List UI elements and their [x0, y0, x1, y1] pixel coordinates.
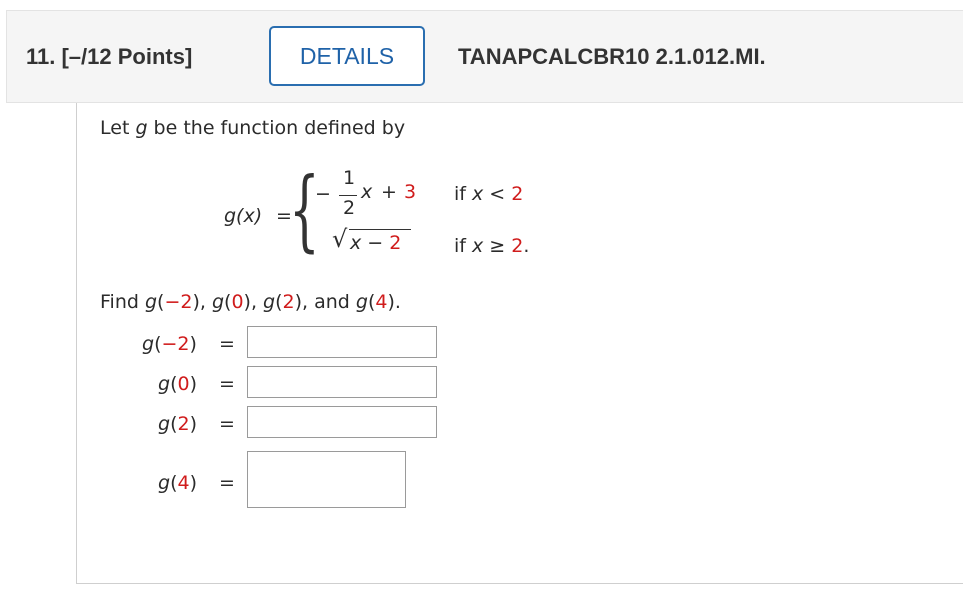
answer-input-g-2[interactable] — [247, 406, 437, 438]
piece2-radicand: x − 2 — [350, 232, 402, 254]
answer-label-1: g(−2) — [142, 333, 197, 355]
piece1-denominator: 2 — [343, 197, 356, 219]
answer-input-g-neg2[interactable] — [247, 326, 437, 358]
sqrt-symbol: √ — [332, 225, 348, 253]
find-instruction: Find g(−2), g(0), g(2), and g(4). — [100, 291, 401, 313]
answer-input-g-4[interactable] — [247, 451, 406, 508]
function-name: g(x) — [224, 205, 263, 227]
answer-equals-1: = — [219, 333, 235, 355]
answer-equals-3: = — [219, 413, 235, 435]
answer-equals-2: = — [219, 373, 235, 395]
fraction-line — [339, 195, 357, 196]
piece1-constant: 3 — [404, 181, 417, 203]
piece1-numerator: 1 — [343, 167, 356, 189]
details-button[interactable]: DETAILS — [269, 26, 425, 86]
piece1-minus: − — [315, 183, 331, 205]
piece2-condition: if x ≥ 2. — [454, 235, 530, 257]
piece1-var: x — [361, 181, 373, 203]
answer-label-2: g(0) — [158, 373, 197, 395]
question-panel — [76, 103, 963, 584]
piece1-plus: + — [381, 181, 397, 203]
answer-label-4: g(4) — [158, 472, 197, 494]
course-code: TANAPCALCBR10 2.1.012.MI. — [458, 44, 766, 69]
answer-input-g-0[interactable] — [247, 366, 437, 398]
sqrt-bar — [349, 229, 411, 230]
problem-intro: Let g be the function defined by — [100, 117, 406, 139]
answer-equals-4: = — [219, 472, 235, 494]
answer-label-3: g(2) — [158, 413, 197, 435]
piece1-condition: if x < 2 — [454, 183, 524, 205]
question-number: 11. [–/12 Points] — [26, 44, 193, 69]
left-brace: { — [289, 158, 320, 261]
